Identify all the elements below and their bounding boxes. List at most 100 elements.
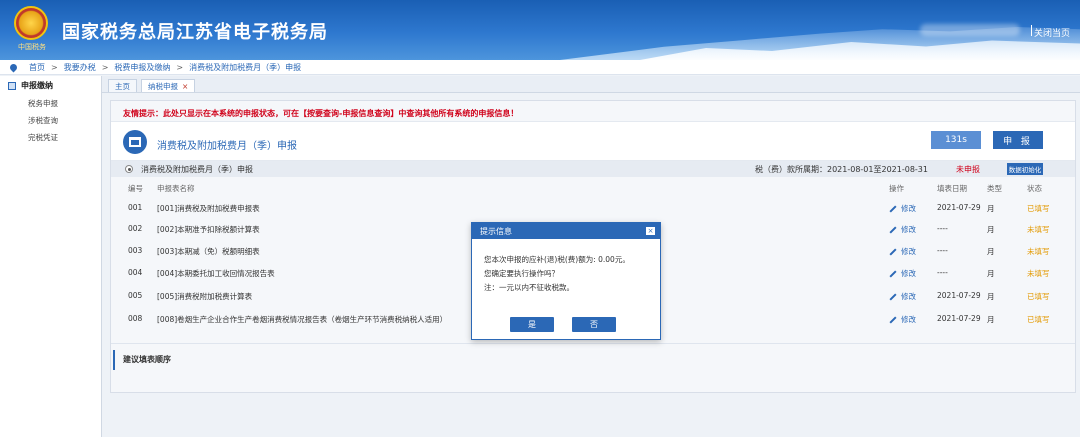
close-icon[interactable]: × <box>646 227 655 235</box>
pencil-icon <box>889 226 897 234</box>
edit-link[interactable]: 修改 <box>889 268 916 279</box>
row-type: 月 <box>987 204 995 213</box>
breadcrumb-home[interactable]: 首页 <box>29 62 45 73</box>
col-header-date: 填表日期 <box>937 184 967 193</box>
table-row: 001 [001]消费税及附加税费申报表 修改 2021-07-29 月 已填写 <box>111 197 1075 217</box>
breadcrumb-tax[interactable]: 我要办税 <box>64 62 96 73</box>
dialog-line-amount: 您本次申报的应补(退)税(费)额为: 0.00元。 <box>484 255 630 264</box>
breadcrumb-separator: > <box>176 62 184 72</box>
sidebar-item-certificate[interactable]: 完税凭证 <box>0 129 101 146</box>
data-init-button[interactable]: 数据初始化 <box>1007 163 1043 175</box>
yes-button[interactable]: 是 <box>510 317 554 332</box>
folder-icon <box>8 81 16 90</box>
submit-declare-button[interactable]: 申 报 <box>993 131 1043 149</box>
period-bar: 消费税及附加税费月（季）申报 税（费）款所属期：2021-08-01至2021-… <box>111 161 1075 177</box>
sidebar-heading-label: 申报缴纳 <box>21 81 53 90</box>
edit-label: 修改 <box>901 315 916 324</box>
dialog-line-confirm: 您确定要执行操作吗？ <box>484 269 559 278</box>
row-status: 已填写 <box>1027 292 1050 301</box>
dialog-body: 您本次申报的应补(退)税(费)额为: 0.00元。 您确定要执行操作吗？ 注：一… <box>472 239 660 295</box>
breadcrumb-declare[interactable]: 税费申报及缴纳 <box>114 62 170 73</box>
divider <box>1031 25 1032 36</box>
pencil-icon <box>889 316 897 324</box>
tab-declare[interactable]: 纳税申报 × <box>141 79 196 92</box>
blurred-user-info <box>920 24 1020 36</box>
form-icon <box>123 130 147 154</box>
pencil-icon <box>889 205 897 213</box>
breadcrumb-current: 消费税及附加税费月（季）申报 <box>189 62 302 72</box>
row-name: [005]消费税附加税费计算表 <box>157 292 253 301</box>
row-no: 001 <box>128 203 143 212</box>
row-type: 月 <box>987 292 995 301</box>
col-header-no: 编号 <box>128 184 143 193</box>
row-status: 已填写 <box>1027 204 1050 213</box>
location-pin-icon <box>8 62 19 72</box>
period-range: 税（费）款所属期：2021-08-01至2021-08-31 <box>755 165 928 174</box>
pencil-icon <box>889 248 897 256</box>
emblem-caption: 中国税务 <box>18 43 46 51</box>
row-name: [002]本期准予扣除税额计算表 <box>157 225 260 234</box>
row-name: [003]本期减（免）税额明细表 <box>157 247 260 256</box>
row-no: 008 <box>128 314 143 323</box>
edit-link[interactable]: 修改 <box>889 224 916 235</box>
row-date: ---- <box>937 224 948 233</box>
period-status: 未申报 <box>956 165 980 174</box>
dialog-line-note: 注：一元以内不征收税款。 <box>484 283 574 292</box>
no-button[interactable]: 否 <box>572 317 616 332</box>
tab-declare-label: 纳税申报 <box>148 81 178 91</box>
suggest-order-section: 建议填表顺序 <box>111 343 1075 370</box>
close-icon[interactable]: × <box>182 82 188 91</box>
breadcrumb-separator: > <box>51 62 58 72</box>
tab-home[interactable]: 主页 <box>108 79 137 92</box>
period-name: 消费税及附加税费月（季）申报 <box>141 165 253 174</box>
form-header: 消费税及附加税费月（季）申报 131s 申 报 <box>111 121 1075 161</box>
dialog-header: 提示信息 × <box>472 223 660 239</box>
edit-link[interactable]: 修改 <box>889 291 916 302</box>
edit-link[interactable]: 修改 <box>889 314 916 325</box>
row-date: 2021-07-29 <box>937 291 981 300</box>
table-header: 编号 申报表名称 操作 填表日期 类型 状态 <box>111 181 1075 195</box>
row-status: 未填写 <box>1027 269 1050 278</box>
row-date: ---- <box>937 268 948 277</box>
edit-label: 修改 <box>901 225 916 234</box>
col-header-type: 类型 <box>987 184 1002 193</box>
edit-label: 修改 <box>901 269 916 278</box>
tab-bar: 主页 纳税申报 × <box>102 76 1080 93</box>
edit-label: 修改 <box>901 204 916 213</box>
close-page-link[interactable]: 关闭当页 <box>1034 26 1070 39</box>
breadcrumb-separator: > <box>101 62 109 72</box>
dialog-buttons: 是 否 <box>510 317 616 332</box>
period-radio[interactable] <box>125 165 133 173</box>
sidebar-item-query[interactable]: 涉税查询 <box>0 112 101 129</box>
form-title: 消费税及附加税费月（季）申报 <box>157 141 297 152</box>
sidebar: 申报缴纳 税务申报 涉税查询 完税凭证 <box>0 76 102 437</box>
site-title: 国家税务总局江苏省电子税务局 <box>62 22 328 43</box>
row-no: 002 <box>128 224 143 233</box>
edit-link[interactable]: 修改 <box>889 203 916 214</box>
sidebar-item-declare[interactable]: 税务申报 <box>0 95 101 112</box>
pencil-icon <box>889 270 897 278</box>
row-name: [008]卷烟生产企业合作生产卷烟消费税情况报告表（卷烟生产环节消费税纳税人适用… <box>157 315 448 324</box>
row-date: 2021-07-29 <box>937 314 981 323</box>
row-type: 月 <box>987 269 995 278</box>
notice-text: 友情提示：此处只显示在本系统的申报状态，可在【按要查询-申报信息查询】中查询其他… <box>123 109 519 118</box>
pencil-icon <box>889 293 897 301</box>
col-header-status: 状态 <box>1027 184 1042 193</box>
row-date: ---- <box>937 246 948 255</box>
row-date: 2021-07-29 <box>937 203 981 212</box>
row-type: 月 <box>987 225 995 234</box>
edit-link[interactable]: 修改 <box>889 246 916 257</box>
edit-label: 修改 <box>901 247 916 256</box>
confirm-dialog: 提示信息 × 您本次申报的应补(退)税(费)额为: 0.00元。 您确定要执行操… <box>471 222 661 340</box>
sidebar-heading[interactable]: 申报缴纳 <box>0 76 101 95</box>
col-header-name: 申报表名称 <box>157 184 195 193</box>
row-no: 004 <box>128 268 143 277</box>
row-name: [004]本期委托加工收回情况报告表 <box>157 269 275 278</box>
row-name: [001]消费税及附加税费申报表 <box>157 204 260 213</box>
row-status: 未填写 <box>1027 247 1050 256</box>
suggest-order-label: 建议填表顺序 <box>123 355 171 364</box>
breadcrumb: 首页 > 我要办税 > 税费申报及缴纳 > 消费税及附加税费月（季）申报 <box>0 60 1080 75</box>
row-type: 月 <box>987 315 995 324</box>
row-type: 月 <box>987 247 995 256</box>
tab-home-label: 主页 <box>115 81 130 91</box>
